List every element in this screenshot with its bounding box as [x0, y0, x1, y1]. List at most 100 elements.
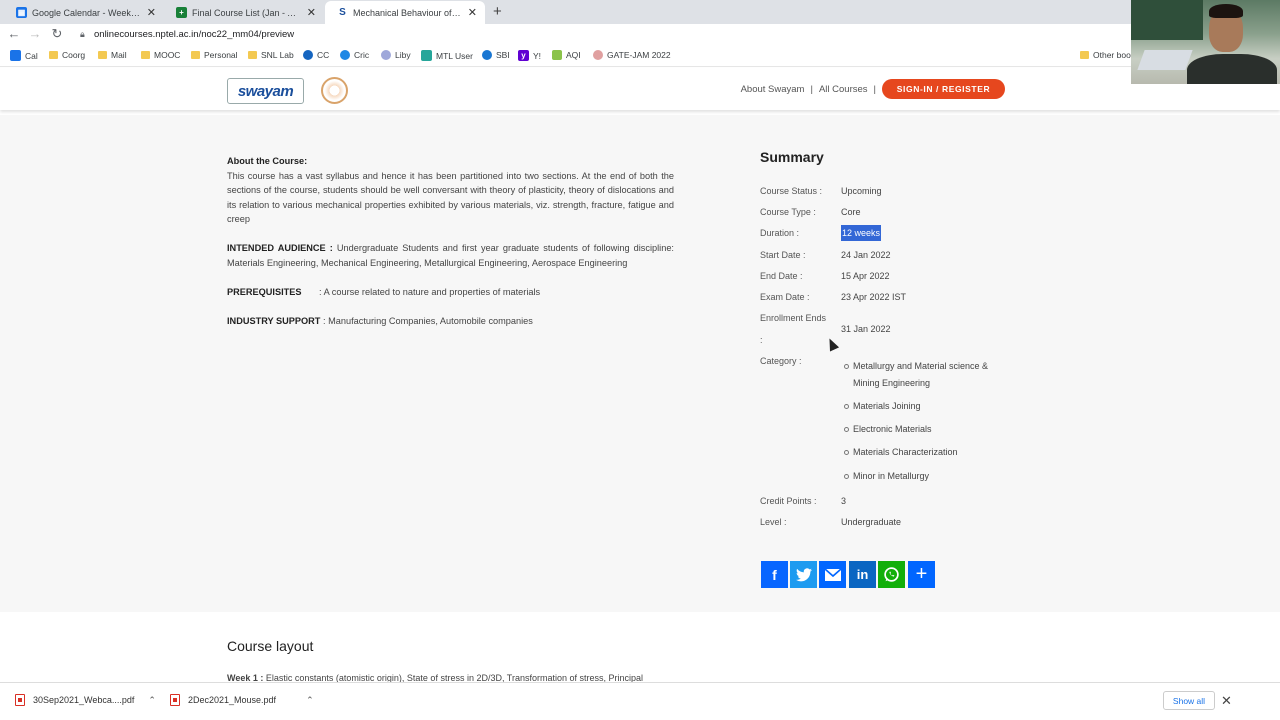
course-type-value: Core	[841, 207, 861, 217]
tab-final-course-list[interactable]: + Final Course List (Jan - April 2022...…	[164, 1, 324, 24]
whatsapp-icon[interactable]	[878, 561, 905, 588]
calendar-icon: ▦	[16, 7, 27, 18]
bookmark-coorg[interactable]: Coorg	[49, 50, 85, 60]
industry-label: INDUSTRY SUPPORT	[227, 316, 321, 326]
cc-icon	[303, 50, 313, 60]
twitter-icon[interactable]	[790, 561, 817, 588]
bookmark-label: Y!	[533, 50, 542, 61]
bookmark-label: Liby	[395, 50, 411, 60]
emblem-logo	[321, 77, 348, 104]
show-all-button[interactable]: Show all	[1163, 691, 1215, 710]
bookmark-label: Coorg	[62, 50, 86, 60]
tab-mechanical-behaviour[interactable]: S Mechanical Behaviour of Materia... ✕	[325, 1, 485, 24]
exam-date-label: Exam Date :	[760, 292, 810, 302]
bookmark-aqi[interactable]: AQI	[552, 50, 581, 60]
prereq-label: PREREQUISITES	[227, 287, 302, 297]
credit-points-label: Credit Points :	[760, 496, 817, 506]
bookmark-sbi[interactable]: SBI	[482, 50, 510, 60]
facebook-icon[interactable]: f	[761, 561, 788, 588]
enrollment-ends-value: 31 Jan 2022	[841, 324, 891, 334]
desk	[1137, 50, 1193, 70]
bookmark-yahoo[interactable]: y Y!	[518, 50, 541, 61]
close-tab-icon[interactable]: ✕	[147, 6, 156, 19]
bookmark-cc[interactable]: CC	[303, 50, 329, 60]
category-item: Electronic Materials	[844, 421, 1003, 438]
folder-icon	[141, 51, 150, 59]
about-swayam-link[interactable]: About Swayam	[741, 84, 805, 95]
nav-separator: |	[810, 84, 813, 95]
bookmark-snl-lab[interactable]: SNL Lab	[248, 50, 294, 60]
close-tab-icon[interactable]: ✕	[307, 6, 316, 19]
prereq-text: : A course related to nature and propert…	[319, 287, 541, 297]
tab-title: Google Calendar - Week of Dece...	[32, 7, 142, 18]
all-courses-link[interactable]: All Courses	[819, 84, 868, 95]
start-date-label: Start Date :	[760, 250, 806, 260]
close-icon[interactable]: ✕	[1221, 693, 1232, 709]
download-item[interactable]: 30Sep2021_Webca....pdf ⌃	[15, 694, 156, 706]
webcam-overlay	[1131, 0, 1280, 84]
linkedin-icon[interactable]: in	[849, 561, 876, 588]
bookmark-cric[interactable]: Cric	[340, 50, 369, 60]
url-field[interactable]: onlinecourses.nptel.ac.in/noc22_mm04/pre…	[94, 29, 294, 40]
aqi-icon	[552, 50, 562, 60]
lock-icon[interactable]: 🔒︎	[80, 29, 85, 40]
bookmark-label: SNL Lab	[261, 50, 294, 60]
bookmark-label: CC	[317, 50, 330, 60]
course-type-label: Course Type :	[760, 207, 816, 217]
about-heading: About the Course:	[227, 156, 308, 166]
download-filename: 30Sep2021_Webca....pdf	[33, 695, 135, 705]
new-tab-button[interactable]: +	[493, 3, 502, 20]
presenter-hair	[1209, 4, 1243, 18]
bookmark-label: Cal	[25, 50, 38, 61]
sign-in-register-button[interactable]: SIGN-IN / REGISTER	[882, 79, 1005, 99]
bookmark-label: Personal	[204, 50, 238, 60]
category-item: Materials Characterization	[844, 444, 1003, 461]
pdf-icon	[170, 694, 180, 706]
exam-date-value: 23 Apr 2022 IST	[841, 292, 907, 302]
forward-icon[interactable]: →	[27, 26, 43, 41]
tab-title: Mechanical Behaviour of Materia...	[353, 7, 463, 18]
bookmark-label: Cric	[354, 50, 370, 60]
share-icon[interactable]: +	[908, 561, 935, 588]
end-date-label: End Date :	[760, 271, 803, 281]
bookmark-gate-jam[interactable]: GATE-JAM 2022	[593, 50, 671, 60]
sbi-icon	[482, 50, 492, 60]
swayam-logo[interactable]: swayam	[227, 78, 304, 104]
course-layout-section	[0, 612, 1280, 682]
bookmark-personal[interactable]: Personal	[191, 50, 238, 60]
bookmark-liby[interactable]: Liby	[381, 50, 411, 60]
download-item[interactable]: 2Dec2021_Mouse.pdf ⌃	[170, 694, 314, 706]
presenter-shirt	[1187, 54, 1277, 84]
credit-points-value: 3	[841, 496, 847, 506]
tab-google-calendar[interactable]: ▦ Google Calendar - Week of Dece... ✕	[4, 1, 164, 24]
audience-label: INTENDED AUDIENCE :	[227, 243, 333, 253]
enrollment-ends-label: Enrollment Ends	[760, 313, 827, 323]
chevron-up-icon[interactable]: ⌃	[306, 695, 314, 706]
level-label: Level :	[760, 517, 787, 527]
bookmark-label: MTL User	[436, 50, 473, 61]
sheets-icon: +	[176, 7, 187, 18]
close-tab-icon[interactable]: ✕	[468, 6, 477, 19]
bookmark-label: Other boo	[1093, 50, 1131, 60]
level-value: Undergraduate	[841, 517, 902, 527]
prerequisites: PREREQUISITES : A course related to natur…	[227, 285, 674, 300]
email-icon[interactable]	[819, 561, 846, 588]
chevron-up-icon[interactable]: ⌃	[148, 695, 156, 706]
back-icon[interactable]: ←	[6, 26, 22, 41]
reload-icon[interactable]: ↻	[49, 26, 65, 42]
gate-icon	[593, 50, 603, 60]
bookmark-mooc[interactable]: MOOC	[141, 50, 180, 60]
bookmark-mail[interactable]: Mail	[98, 50, 127, 60]
yahoo-icon: y	[518, 50, 529, 61]
bookmark-cal[interactable]: Cal	[10, 50, 38, 61]
category-item: Materials Joining	[844, 398, 1003, 415]
course-status-value: Upcoming	[841, 186, 882, 196]
start-date-value: 24 Jan 2022	[841, 250, 891, 260]
header-nav: About Swayam | All Courses |	[741, 84, 876, 95]
bookmark-other[interactable]: Other boo	[1080, 50, 1131, 60]
download-filename: 2Dec2021_Mouse.pdf	[188, 695, 277, 705]
enrollment-ends-colon: :	[760, 335, 763, 345]
logo-text: swayam	[237, 82, 294, 100]
bookmark-mtl-user[interactable]: MTL User	[421, 50, 473, 61]
calendar-icon	[10, 50, 21, 61]
